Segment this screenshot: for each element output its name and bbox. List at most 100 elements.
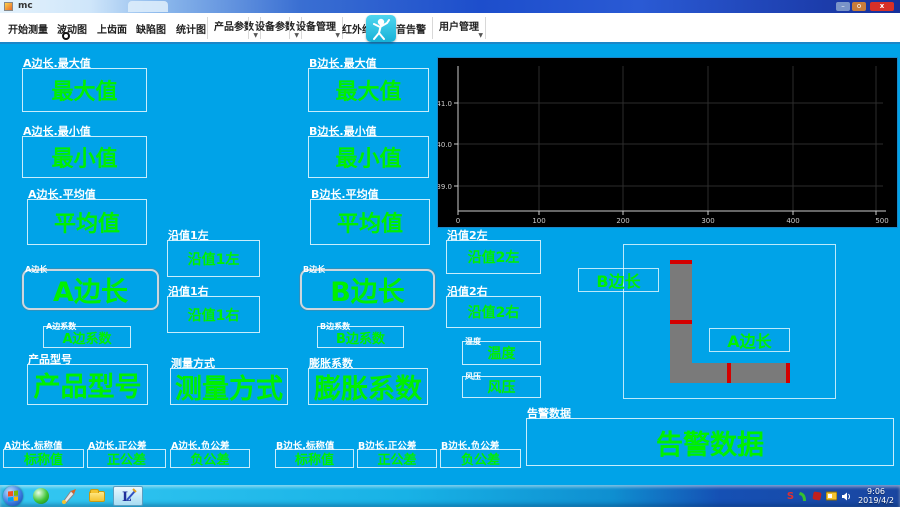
a-pos-tol-box[interactable]: 正公差 <box>87 449 166 468</box>
field-edge1-left: 沿值1左 沿值1左 <box>167 240 260 277</box>
b-neg-tol-box[interactable]: 负公差 <box>440 449 521 468</box>
menu-defect-chart[interactable]: 缺陷图 <box>136 21 166 36</box>
field-value: 最小值 <box>335 141 401 173</box>
speaker-icon[interactable] <box>841 491 852 502</box>
b-pos-tol-box[interactable]: 正公差 <box>357 449 437 468</box>
edge1-right-box[interactable]: 沿值1右 <box>167 296 260 333</box>
diagram-a-length-label: A边长 <box>709 328 790 352</box>
field-b-nominal: B边长.标称值 标称值 <box>275 449 354 468</box>
chevron-down-icon: ▼ <box>335 25 340 47</box>
start-button[interactable] <box>3 486 23 506</box>
b-length-box[interactable]: B边长 <box>300 269 435 310</box>
x-tick: 500 <box>875 217 888 225</box>
edge1-left-box[interactable]: 沿值1左 <box>167 240 260 277</box>
field-value: 风压 <box>488 377 516 397</box>
title-bar: mc – o x <box>0 0 900 13</box>
y-tick: 41.0 <box>438 100 452 108</box>
a-min-box[interactable]: 最小值 <box>22 136 147 178</box>
field-alarm-data: 告警数据 告警数据 <box>526 418 894 466</box>
field-product-model: 产品型号 产品型号 <box>27 364 148 405</box>
field-b-length: B边长 B边长 <box>300 269 435 310</box>
taskbar-active-app-button[interactable]: L <box>113 486 143 506</box>
menu-start-measure[interactable]: 开始测量 <box>8 21 48 36</box>
trend-chart[interactable]: 41.0 40.0 39.0 0 100 200 300 400 500 <box>437 57 898 228</box>
clock-time: 9:06 <box>858 487 894 496</box>
field-b-pos-tol: B边长.正公差 正公差 <box>357 449 437 468</box>
browser-globe-icon <box>33 488 49 504</box>
field-edge2-right: 沿值2右 沿值2右 <box>446 296 541 328</box>
field-value: 最大值 <box>51 74 117 106</box>
menu-upper-face[interactable]: 上齿面 <box>97 21 127 36</box>
field-value: 平均值 <box>337 206 403 238</box>
field-a-max: A边长.最大值 最大值 <box>22 68 147 112</box>
a-length-box[interactable]: A边长 <box>22 269 159 310</box>
app-window: mc – o x 开始测量 波动图 上齿面 缺陷图 统计图 产品参数 ▼ 设备参… <box>0 0 900 507</box>
b-nominal-box[interactable]: 标称值 <box>275 449 354 468</box>
menu-stats-chart[interactable]: 统计图 <box>176 21 206 36</box>
field-measure-mode: 测量方式 测量方式 <box>170 368 288 405</box>
b-max-box[interactable]: 最大值 <box>308 68 429 112</box>
edge2-left-box[interactable]: 沿值2左 <box>446 240 541 274</box>
menu-user-manage[interactable]: 用户管理 ▼ <box>432 17 486 39</box>
taskbar: L S 9:06 2019/4/2 <box>0 485 900 507</box>
radio-indicator-icon[interactable] <box>62 32 70 40</box>
taskbar-paint-button[interactable] <box>56 486 82 506</box>
field-a-nominal: A边长.标称值 标称值 <box>3 449 84 468</box>
alarm-data-box[interactable]: 告警数据 <box>526 418 894 466</box>
measure-mode-box[interactable]: 测量方式 <box>170 368 288 405</box>
taskbar-browser-button[interactable] <box>28 486 54 506</box>
field-a-pos-tol: A边长.正公差 正公差 <box>87 449 166 468</box>
tray-red-icon[interactable] <box>812 491 822 501</box>
field-label: B边系数 <box>320 321 350 332</box>
field-value: 膨胀系数 <box>314 367 422 406</box>
a-nominal-box[interactable]: 标称值 <box>3 449 84 468</box>
tray-green-icon[interactable] <box>798 491 808 502</box>
field-value: 测量方式 <box>175 367 283 406</box>
field-value: 沿值1右 <box>188 305 240 325</box>
field-value: 正公差 <box>377 449 416 468</box>
field-value: 标称值 <box>295 449 334 468</box>
b-avg-box[interactable]: 平均值 <box>310 199 430 245</box>
field-value: 负公差 <box>461 449 500 468</box>
close-button[interactable]: x <box>870 2 894 11</box>
y-tick: 39.0 <box>438 183 452 191</box>
person-app-icon[interactable] <box>366 15 396 42</box>
a-max-box[interactable]: 最大值 <box>22 68 147 112</box>
menu-bar: 开始测量 波动图 上齿面 缺陷图 统计图 产品参数 ▼ 设备参数 ▼ 设备管理 … <box>0 13 900 44</box>
field-label: 风压 <box>465 371 481 382</box>
tray-window-icon[interactable] <box>826 491 837 501</box>
x-tick: 400 <box>786 217 799 225</box>
expansion-coef-box[interactable]: 膨胀系数 <box>308 368 428 405</box>
chevron-down-icon: ▼ <box>478 25 483 47</box>
taskbar-clock[interactable]: 9:06 2019/4/2 <box>858 487 894 505</box>
maximize-button[interactable]: o <box>852 2 866 11</box>
x-tick: 100 <box>532 217 545 225</box>
x-tick: 300 <box>701 217 714 225</box>
tray-s-icon[interactable]: S <box>787 491 794 502</box>
field-a-coef: A边系数 A边系数 <box>43 326 131 348</box>
field-value: 沿值2左 <box>468 247 520 267</box>
field-b-max: B边长.最大值 最大值 <box>308 68 429 112</box>
x-axis-labels: 0 100 200 300 400 500 <box>456 217 889 225</box>
red-mark-center <box>727 363 731 383</box>
menu-device-manage[interactable]: 设备管理 ▼ <box>289 17 343 39</box>
a-avg-box[interactable]: 平均值 <box>27 199 147 245</box>
field-b-neg-tol: B边长.负公差 负公差 <box>440 449 521 468</box>
field-a-min: A边长.最小值 最小值 <box>22 136 147 178</box>
clock-date: 2019/4/2 <box>858 496 894 505</box>
field-value: 平均值 <box>54 206 120 238</box>
product-model-box[interactable]: 产品型号 <box>27 364 148 405</box>
minimize-button[interactable]: – <box>836 2 850 11</box>
b-min-box[interactable]: 最小值 <box>308 136 429 178</box>
field-label: 温度 <box>465 336 481 347</box>
field-label: B边长 <box>303 264 325 275</box>
taskbar-folder-button[interactable] <box>84 486 110 506</box>
a-neg-tol-box[interactable]: 负公差 <box>170 449 250 468</box>
field-value: 最大值 <box>335 74 401 106</box>
field-value: 产品型号 <box>34 365 142 404</box>
field-value: 负公差 <box>190 449 229 468</box>
field-label: A边系数 <box>46 321 76 332</box>
field-temperature: 温度 温度 <box>462 341 541 365</box>
edge2-right-box[interactable]: 沿值2右 <box>446 296 541 328</box>
diagram-b-length-label: B边长 <box>578 268 659 292</box>
